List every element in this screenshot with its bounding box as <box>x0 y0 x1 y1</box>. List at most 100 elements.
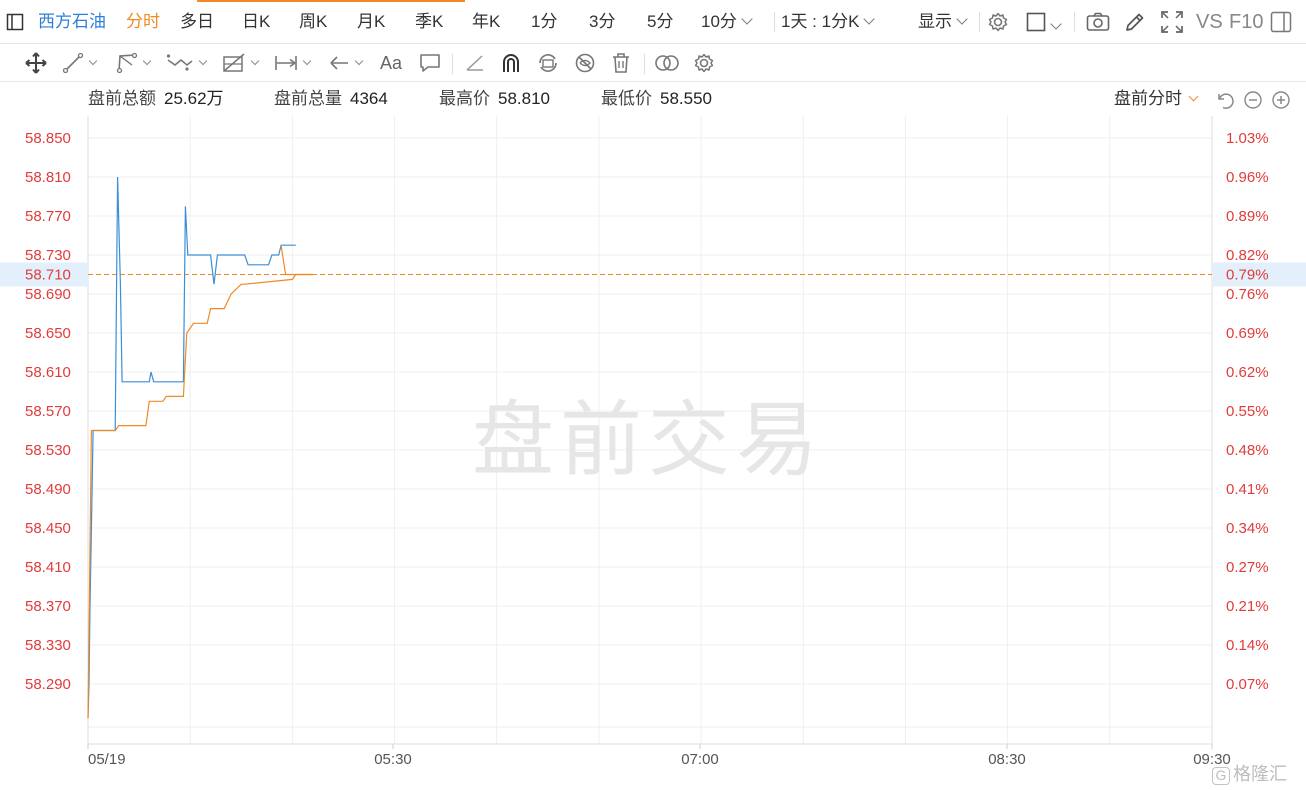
f10-button[interactable]: F10 <box>1229 0 1263 44</box>
intraday-chart[interactable]: 盘前交易 58.850 58.810 58.770 58.730 58.690 58.65… <box>0 116 1306 790</box>
premarket-mode-select[interactable]: 盘前分时 <box>1114 82 1199 116</box>
premarket-volume-label: 盘前总量 <box>274 89 342 108</box>
drawing-toolbar: Aa <box>0 44 1306 82</box>
chevron-down-icon <box>198 56 208 66</box>
y-tick-label-left: 58.290 <box>25 676 71 693</box>
y-tick-label-right: 0.48% <box>1226 442 1269 459</box>
tab-monthly-k[interactable]: 月K <box>357 0 385 44</box>
tab-quarterly-k[interactable]: 季K <box>415 0 443 44</box>
premarket-amount-label: 盘前总额 <box>88 89 156 108</box>
x-tick-label: 05:30 <box>374 751 412 768</box>
current-change-label: 0.79% <box>1226 267 1269 284</box>
magnet-tool-icon[interactable] <box>500 50 522 76</box>
undo-icon[interactable] <box>1215 90 1235 110</box>
layout-square-select[interactable] <box>1026 0 1062 44</box>
premarket-amount-value: 25.62万 <box>164 89 224 108</box>
low-price-label: 最低价 <box>601 89 652 108</box>
vs-compare-button[interactable]: VS <box>1196 0 1223 44</box>
tab-daily-k[interactable]: 日K <box>242 0 270 44</box>
y-tick-label-left: 58.850 <box>25 130 71 147</box>
y-tick-label-left: 58.570 <box>25 403 71 420</box>
wave-tool-icon[interactable] <box>166 50 208 76</box>
chevron-down-icon <box>1050 18 1062 30</box>
tab-5min[interactable]: 5分 <box>647 0 673 44</box>
move-tool-icon[interactable] <box>24 50 48 76</box>
x-tick-label: 07:00 <box>681 751 719 768</box>
y-tick-label-right: 0.21% <box>1226 598 1269 615</box>
high-price: 最高价 58.810 <box>439 82 550 116</box>
text-tool[interactable]: Aa <box>380 50 402 76</box>
display-menu[interactable]: 显示 <box>918 0 968 44</box>
measure-tool-icon[interactable] <box>274 50 312 76</box>
tab-3min[interactable]: 3分 <box>589 0 615 44</box>
divider <box>452 54 453 74</box>
y-tick-label-right: 0.41% <box>1226 481 1269 498</box>
arrow-tool-icon[interactable] <box>328 50 364 76</box>
y-axis-right: 1.03% 0.96% 0.89% 0.82% 0.76% 0.69% 0.62% 0.55%… <box>1226 130 1269 693</box>
camera-icon[interactable] <box>1086 0 1110 44</box>
chevron-down-icon <box>250 56 260 66</box>
line-tool-icon[interactable] <box>62 50 98 76</box>
chevron-down-icon <box>1188 91 1199 102</box>
divider <box>644 54 645 74</box>
premarket-mode-label: 盘前分时 <box>1114 89 1182 108</box>
display-menu-label: 显示 <box>918 12 952 31</box>
y-tick-label-left: 58.450 <box>25 520 71 537</box>
tab-intraday[interactable]: 分时 <box>126 0 160 44</box>
tab-10min[interactable]: 10分 <box>701 0 753 44</box>
lock-drawings-icon[interactable] <box>536 50 560 76</box>
sidebar-toggle-icon[interactable] <box>6 0 24 44</box>
y-tick-label-left: 58.690 <box>25 286 71 303</box>
x-tick-label: 08:30 <box>988 751 1026 768</box>
period-select[interactable]: 1天 : 1分K <box>781 0 876 44</box>
chevron-down-icon <box>88 56 98 66</box>
y-tick-label-right: 0.76% <box>1226 286 1269 303</box>
fullscreen-icon[interactable] <box>1160 0 1184 44</box>
chevron-down-icon <box>142 56 152 66</box>
zoom-out-icon[interactable] <box>1243 90 1263 110</box>
comment-tool-icon[interactable] <box>419 50 441 76</box>
y-tick-label-right: 0.96% <box>1226 169 1269 186</box>
y-tick-label-left: 58.810 <box>25 169 71 186</box>
zoom-in-icon[interactable] <box>1271 90 1291 110</box>
y-tick-label-right: 0.07% <box>1226 676 1269 693</box>
y-axis-left: 58.850 58.810 58.770 58.730 58.690 58.650 58.6… <box>25 130 71 693</box>
stock-name[interactable]: 西方石油 <box>38 0 106 44</box>
premarket-info-row: 盘前总额 25.62万 盘前总量 4364 最高价 58.810 最低价 58.550 … <box>0 82 1306 116</box>
current-price-label: 58.710 <box>25 267 71 284</box>
divider <box>979 12 980 32</box>
chevron-down-icon <box>354 56 364 66</box>
y-tick-label-left: 58.490 <box>25 481 71 498</box>
low-price-value: 58.550 <box>660 89 712 108</box>
toolbar-settings-gear-icon[interactable] <box>693 50 715 76</box>
y-tick-label-left: 58.650 <box>25 325 71 342</box>
y-tick-label-right: 0.34% <box>1226 520 1269 537</box>
more-icon[interactable] <box>1270 0 1292 44</box>
polyline-tool-icon[interactable] <box>116 50 152 76</box>
tab-1min[interactable]: 1分 <box>531 0 557 44</box>
eraser-tool-icon[interactable] <box>464 50 486 76</box>
fibonacci-tool-icon[interactable] <box>222 50 260 76</box>
y-tick-label-right: 0.14% <box>1226 637 1269 654</box>
y-tick-label-left: 58.370 <box>25 598 71 615</box>
premarket-amount: 盘前总额 25.62万 <box>88 82 224 116</box>
y-tick-label-right: 1.03% <box>1226 130 1269 147</box>
price-tail-series-line <box>280 245 313 276</box>
tab-weekly-k[interactable]: 周K <box>299 0 327 44</box>
tab-yearly-k[interactable]: 年K <box>472 0 500 44</box>
pencil-icon[interactable] <box>1124 0 1146 44</box>
y-tick-label-left: 58.770 <box>25 208 71 225</box>
y-tick-label-right: 0.55% <box>1226 403 1269 420</box>
overlay-compare-icon[interactable] <box>654 50 680 76</box>
settings-gear-icon[interactable] <box>987 0 1009 44</box>
high-price-value: 58.810 <box>498 89 550 108</box>
chevron-down-icon <box>302 56 312 66</box>
hide-drawings-icon[interactable] <box>574 50 596 76</box>
x-tick-label: 05/19 <box>88 751 126 768</box>
premarket-volume-value: 4364 <box>350 89 388 108</box>
trash-icon[interactable] <box>611 50 631 76</box>
y-tick-label-right: 0.89% <box>1226 208 1269 225</box>
tab-multiday[interactable]: 多日 <box>180 0 214 44</box>
price-series-line <box>87 176 296 719</box>
y-tick-label-left: 58.730 <box>25 247 71 264</box>
